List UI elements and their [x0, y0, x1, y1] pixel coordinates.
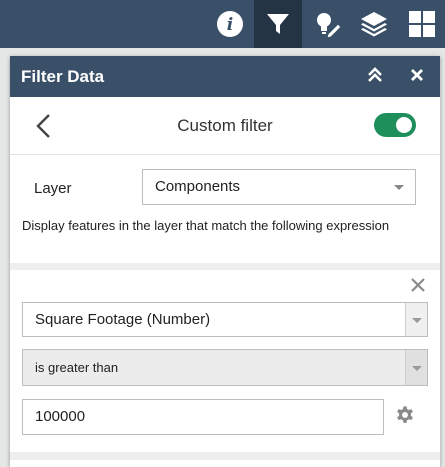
close-icon: [411, 277, 425, 296]
filter-button[interactable]: [254, 0, 302, 48]
info-button[interactable]: i: [206, 0, 254, 48]
operator-dropdown-button[interactable]: [405, 350, 427, 385]
panel-title: Filter Data: [21, 66, 105, 86]
chevron-down-icon: [394, 185, 404, 190]
filter-panel: Filter Data Custom filter Layer Componen…: [10, 56, 440, 467]
double-chevron-up-icon: [366, 66, 384, 88]
custom-filter-bar: Custom filter: [10, 97, 440, 155]
section-divider: [10, 452, 440, 460]
edit-button[interactable]: [304, 0, 352, 48]
field-select-value: Square Footage (Number): [35, 311, 211, 328]
close-button[interactable]: [403, 56, 431, 97]
operator-select[interactable]: is greater than: [22, 349, 428, 386]
grid-icon: [407, 9, 437, 39]
layer-select[interactable]: Components: [142, 169, 416, 205]
filter-icon: [265, 11, 291, 37]
chevron-down-icon: [412, 366, 422, 371]
apps-button[interactable]: [398, 0, 445, 48]
chevron-left-icon: [34, 114, 52, 143]
layer-label: Layer: [34, 180, 72, 197]
field-dropdown-button[interactable]: [405, 303, 427, 336]
lightbulb-pencil-icon: [313, 9, 343, 39]
close-icon: [410, 67, 424, 86]
value-settings-button[interactable]: [394, 405, 418, 429]
layers-icon: [359, 9, 389, 39]
back-button[interactable]: [34, 113, 52, 139]
value-input[interactable]: 100000: [22, 399, 384, 435]
remove-expression-button[interactable]: [408, 276, 428, 296]
svg-text:i: i: [227, 15, 233, 35]
collapse-button[interactable]: [361, 56, 389, 97]
panel-header: Filter Data: [10, 56, 440, 97]
toggle-knob: [396, 117, 412, 133]
app-toolbar: i: [0, 0, 445, 48]
filter-toggle[interactable]: [374, 113, 416, 137]
layer-select-value: Components: [155, 178, 241, 195]
filter-description: Display features in the layer that match…: [22, 218, 390, 233]
chevron-down-icon: [412, 318, 422, 323]
layers-button[interactable]: [350, 0, 398, 48]
section-divider: [10, 263, 440, 270]
gear-icon: [394, 406, 416, 431]
field-select[interactable]: Square Footage (Number): [22, 302, 428, 337]
operator-select-value: is greater than: [35, 360, 119, 375]
info-icon: i: [216, 10, 244, 38]
